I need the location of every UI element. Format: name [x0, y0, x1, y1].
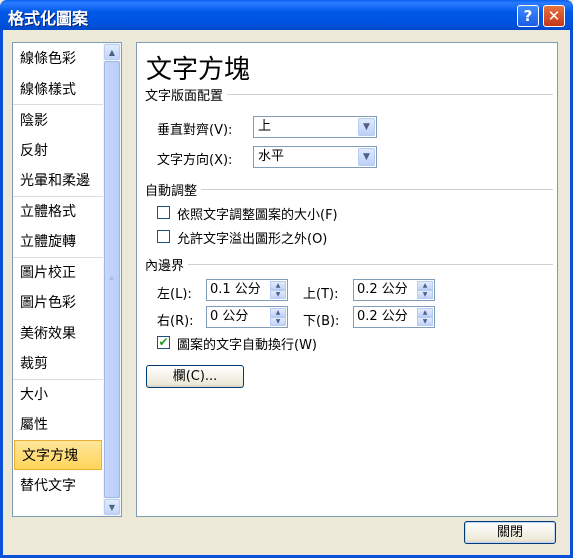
spinner-buttons: ▲ ▼	[270, 281, 286, 299]
spinner-buttons: ▲ ▼	[270, 308, 286, 326]
right-margin-label: 右(R):	[157, 314, 194, 329]
bottom-margin-spinner[interactable]: 0.2 公分 ▲ ▼	[353, 306, 435, 328]
spinner-buttons: ▲ ▼	[417, 281, 433, 299]
close-button[interactable]: 關閉	[464, 521, 556, 544]
grip-icon: ≡	[109, 275, 115, 282]
overflow-label: 允許文字溢出圖形之外(O)	[177, 232, 328, 247]
word-wrap-label: 圖案的文字自動換行(W)	[177, 338, 317, 353]
columns-button[interactable]: 欄(C)...	[146, 365, 244, 388]
margins-section-label: 內邊界	[145, 259, 189, 274]
text-direction-label: 文字方向(X):	[157, 153, 233, 168]
decrement-arrow-icon[interactable]: ▼	[270, 317, 286, 326]
checkmark-icon: ✔	[158, 335, 169, 349]
resize-shape-checkbox[interactable]	[157, 206, 170, 219]
category-item[interactable]: 線條色彩	[13, 43, 103, 74]
overflow-checkbox[interactable]	[157, 230, 170, 243]
spinner-buttons: ▲ ▼	[417, 308, 433, 326]
format-shape-dialog: 格式化圖案 ? ✕ 線條色彩 線條樣式 陰影 反射 光暈和柔邊 立體格式 立體旋轉 圖片校正圖…	[0, 0, 573, 558]
right-margin-spinner[interactable]: 0 公分 ▲ ▼	[206, 306, 288, 328]
category-item[interactable]: 美術效果	[13, 318, 103, 349]
scroll-thumb[interactable]: ≡	[104, 61, 120, 498]
scroll-down-arrow-icon[interactable]: ▼	[104, 499, 120, 515]
category-item[interactable]: 圖片色彩	[13, 287, 103, 318]
vertical-align-label: 垂直對齊(V):	[157, 123, 233, 138]
top-margin-spinner[interactable]: 0.2 公分 ▲ ▼	[353, 279, 435, 301]
bottom-margin-value: 0.2 公分	[357, 309, 408, 324]
category-item[interactable]: 大小	[13, 378, 103, 410]
left-margin-value: 0.1 公分	[210, 282, 261, 297]
section-divider	[145, 264, 553, 265]
vertical-align-select[interactable]: 上 ▼	[253, 116, 377, 138]
category-item[interactable]: 陰影	[13, 104, 103, 135]
top-margin-value: 0.2 公分	[357, 282, 408, 297]
left-margin-spinner[interactable]: 0.1 公分 ▲ ▼	[206, 279, 288, 301]
layout-section: 文字版面配置	[145, 85, 557, 104]
dialog-body: 線條色彩 線條樣式 陰影 反射 光暈和柔邊 立體格式 立體旋轉 圖片校正 圖片色彩 美術效果 裁剪大…	[3, 30, 570, 555]
settings-panel: 文字方塊 文字版面配置 垂直對齊(V): 上 ▼ 文字方向(X): 水平 ▼ 自…	[136, 42, 558, 517]
category-item[interactable]: 立體旋轉	[13, 226, 103, 257]
category-item[interactable]: 裁剪	[13, 348, 103, 379]
category-items: 線條色彩 線條樣式 陰影 反射 光暈和柔邊 立體格式 立體旋轉 圖片校正 圖片色彩 美術效果 裁剪大…	[13, 43, 103, 516]
category-item[interactable]: 立體格式	[13, 195, 103, 227]
text-direction-value: 水平	[258, 149, 285, 164]
category-item[interactable]: 文字方塊	[14, 439, 102, 470]
scroll-up-arrow-icon[interactable]: ▲	[104, 44, 120, 60]
window-title: 格式化圖案	[8, 9, 89, 28]
left-margin-label: 左(L):	[157, 287, 192, 302]
chevron-down-icon[interactable]: ▼	[358, 148, 375, 166]
category-item[interactable]: 光暈和柔邊	[13, 165, 103, 196]
help-button[interactable]: ?	[517, 5, 539, 27]
resize-shape-label: 依照文字調整圖案的大小(F)	[177, 208, 338, 223]
section-divider	[145, 189, 553, 190]
decrement-arrow-icon[interactable]: ▼	[417, 317, 433, 326]
category-item[interactable]: 反射	[13, 135, 103, 166]
top-margin-label: 上(T):	[303, 287, 339, 302]
title-bar[interactable]: 格式化圖案 ? ✕	[0, 0, 573, 30]
vertical-align-value: 上	[258, 119, 272, 134]
text-direction-select[interactable]: 水平 ▼	[253, 146, 377, 168]
word-wrap-checkbox[interactable]: ✔	[157, 336, 170, 349]
right-margin-value: 0 公分	[210, 309, 249, 324]
autofit-section: 自動調整	[145, 180, 557, 199]
chevron-down-icon[interactable]: ▼	[358, 118, 375, 136]
autofit-section-label: 自動調整	[145, 184, 202, 199]
layout-section-label: 文字版面配置	[145, 89, 228, 104]
category-item[interactable]: 線條樣式	[13, 74, 103, 105]
margins-section: 內邊界	[145, 255, 557, 274]
close-window-button[interactable]: ✕	[543, 5, 565, 27]
decrement-arrow-icon[interactable]: ▼	[417, 290, 433, 299]
panel-title: 文字方塊	[146, 55, 251, 85]
category-item[interactable]: 替代文字	[13, 470, 103, 501]
category-scrollbar[interactable]: ▲ ≡ ▼	[103, 43, 121, 516]
category-list: 線條色彩 線條樣式 陰影 反射 光暈和柔邊 立體格式 立體旋轉 圖片校正 圖片色彩 美術效果 裁剪大…	[12, 42, 122, 517]
bottom-margin-label: 下(B):	[303, 314, 340, 329]
category-item[interactable]: 屬性	[13, 409, 103, 440]
decrement-arrow-icon[interactable]: ▼	[270, 290, 286, 299]
category-item[interactable]: 圖片校正	[13, 256, 103, 288]
